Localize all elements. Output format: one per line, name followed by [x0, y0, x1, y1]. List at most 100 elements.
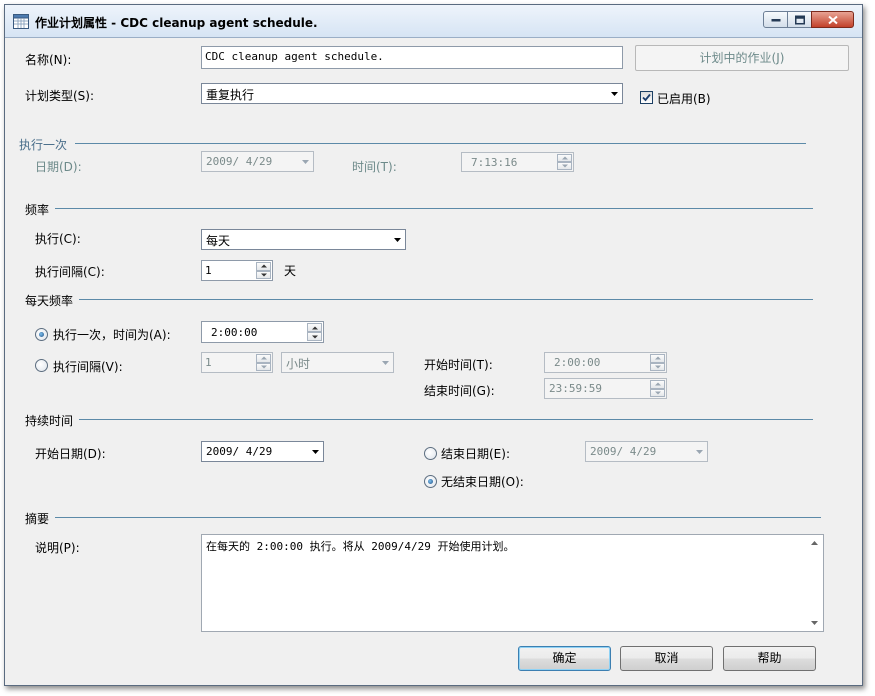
one-time-section-divider	[75, 143, 806, 144]
occurs-once-time-value: 2:00:00	[211, 326, 258, 339]
spin-up-button[interactable]	[650, 380, 665, 389]
start-date-label: 开始日期(D):	[35, 447, 106, 461]
close-icon	[827, 15, 838, 24]
spin-up-button[interactable]	[256, 262, 271, 271]
occurs-once-time-input[interactable]: 2:00:00	[201, 321, 324, 343]
arrow-up-icon	[562, 156, 568, 160]
arrow-up-icon	[261, 264, 267, 268]
daily-frequency-section-title: 每天频率	[25, 294, 74, 308]
arrow-down-icon	[312, 335, 318, 338]
end-date-picker[interactable]: 2009/ 4/29	[585, 441, 708, 462]
end-time-value: 23:59:59	[549, 382, 602, 395]
end-time-spinner[interactable]	[650, 380, 665, 397]
recurs-label: 执行间隔(C):	[35, 265, 105, 279]
no-end-date-label: 无结束日期(O):	[441, 475, 524, 489]
duration-section-divider	[79, 419, 813, 420]
jobs-in-schedule-button[interactable]: 计划中的作业(J)	[635, 45, 849, 71]
end-date-label: 结束日期(E):	[441, 447, 510, 461]
spin-down-button[interactable]	[650, 388, 665, 397]
arrow-up-icon	[261, 356, 267, 360]
one-time-date-picker[interactable]: 2009/ 4/29	[201, 151, 314, 172]
arrow-up-icon	[312, 326, 318, 329]
no-end-date-radio[interactable]	[424, 475, 437, 488]
summary-section-divider	[55, 517, 821, 518]
end-date-value: 2009/ 4/29	[590, 445, 657, 458]
schedule-type-dropdown[interactable]: 重复执行	[201, 83, 623, 104]
name-label: 名称(N):	[25, 53, 72, 67]
spin-down-button[interactable]	[256, 362, 271, 371]
occurs-once-label: 执行一次，时间为(A):	[53, 328, 171, 342]
occurs-every-label: 执行间隔(V):	[53, 360, 123, 374]
frequency-section-title: 频率	[25, 203, 50, 217]
start-date-value: 2009/ 4/29	[206, 445, 273, 458]
description-textarea[interactable]: 在每天的 2:00:00 执行。将从 2009/4/29 开始使用计划。	[201, 534, 824, 632]
chevron-down-icon	[611, 91, 618, 96]
occurs-every-input[interactable]: 1	[201, 352, 273, 373]
close-button[interactable]	[811, 11, 854, 28]
occurs-every-unit-dropdown[interactable]: 小时	[281, 352, 394, 373]
maximize-button[interactable]	[787, 11, 812, 28]
start-date-picker[interactable]: 2009/ 4/29	[201, 441, 324, 462]
one-time-section-title: 执行一次	[19, 138, 68, 152]
enabled-checkbox[interactable]	[640, 91, 653, 104]
cancel-button[interactable]: 取消	[620, 646, 713, 671]
arrow-down-icon	[261, 273, 267, 277]
start-time-spinner[interactable]	[650, 354, 665, 371]
spin-up-button[interactable]	[557, 154, 572, 162]
description-text: 在每天的 2:00:00 执行。将从 2009/4/29 开始使用计划。	[206, 540, 515, 553]
scroll-up-icon	[811, 541, 818, 545]
occurs-every-value: 1	[205, 356, 212, 369]
arrow-down-icon	[562, 164, 568, 168]
summary-section-title: 摘要	[25, 512, 50, 526]
schedule-type-label: 计划类型(S):	[25, 89, 95, 103]
spin-up-button[interactable]	[256, 354, 271, 363]
minimize-icon	[771, 18, 780, 21]
start-time-label: 开始时间(T):	[424, 358, 493, 372]
arrow-up-icon	[655, 382, 661, 386]
chevron-down-icon	[312, 449, 319, 454]
title-bar[interactable]: 作业计划属性 - CDC cleanup agent schedule.	[5, 5, 862, 38]
spin-down-button[interactable]	[307, 332, 322, 341]
occurs-every-spinner[interactable]	[256, 354, 271, 371]
start-time-input[interactable]: 2:00:00	[544, 352, 667, 373]
checkmark-icon	[642, 93, 651, 102]
one-time-time-input[interactable]: 7:13:16	[461, 152, 574, 172]
chevron-down-icon	[394, 237, 401, 242]
frequency-section-divider	[55, 208, 813, 209]
one-time-date-label: 日期(D):	[35, 160, 82, 174]
spin-up-button[interactable]	[307, 323, 322, 332]
duration-section-title: 持续时间	[25, 414, 74, 428]
arrow-down-icon	[261, 365, 267, 369]
ok-button[interactable]: 确定	[518, 646, 611, 671]
schedule-type-value: 重复执行	[206, 88, 255, 102]
one-time-time-label: 时间(T):	[352, 160, 397, 174]
occurs-once-time-spinner[interactable]	[307, 323, 322, 341]
arrow-down-icon	[655, 391, 661, 395]
spin-up-button[interactable]	[650, 354, 665, 363]
enabled-label: 已启用(B)	[657, 92, 711, 106]
one-time-date-value: 2009/ 4/29	[206, 155, 273, 168]
occurs-every-radio[interactable]	[35, 359, 48, 372]
chevron-down-icon	[382, 360, 389, 365]
description-scrollbar[interactable]	[807, 535, 823, 631]
occurs-every-unit-value: 小时	[286, 357, 311, 371]
name-input[interactable]: CDC cleanup agent schedule.	[201, 46, 623, 69]
help-button[interactable]: 帮助	[723, 646, 816, 671]
calendar-icon	[13, 14, 29, 29]
recurs-unit-label: 天	[284, 264, 297, 278]
recurs-input[interactable]: 1	[201, 260, 273, 281]
arrow-up-icon	[655, 356, 661, 360]
maximize-icon	[794, 15, 805, 24]
recurs-spinner[interactable]	[256, 262, 271, 279]
spin-down-button[interactable]	[557, 162, 572, 170]
occurs-dropdown[interactable]: 每天	[201, 229, 406, 250]
end-time-input[interactable]: 23:59:59	[544, 378, 667, 399]
arrow-down-icon	[655, 365, 661, 369]
one-time-time-value: 7:13:16	[471, 156, 518, 169]
spin-down-button[interactable]	[650, 362, 665, 371]
minimize-button[interactable]	[763, 11, 788, 28]
occurs-once-radio[interactable]	[35, 328, 48, 341]
spin-down-button[interactable]	[256, 270, 271, 279]
end-date-radio[interactable]	[424, 447, 437, 460]
one-time-time-spinner[interactable]	[557, 154, 572, 170]
